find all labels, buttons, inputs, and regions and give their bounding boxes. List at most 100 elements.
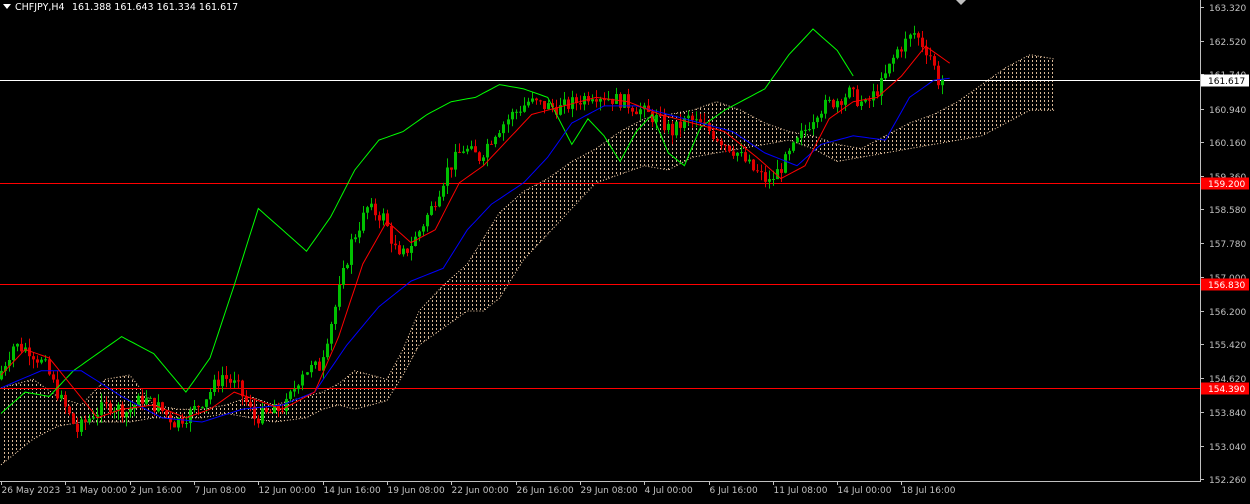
candle-body [149, 397, 152, 399]
x-tick-label: 19 Jun 08:00 [388, 486, 445, 496]
candle-body [265, 408, 268, 412]
ichimoku-chart[interactable]: 163.320162.520161.740160.940160.160159.3… [0, 0, 1250, 500]
candle-body [430, 206, 433, 215]
candle-body [386, 213, 389, 227]
candle-body [358, 230, 361, 238]
candle-body [68, 406, 71, 414]
candle-body [800, 130, 803, 138]
candle-body [80, 419, 83, 432]
candle-body [816, 117, 819, 123]
symbol-label: CHFJPY,H4 [15, 2, 65, 13]
candle-body [486, 143, 489, 158]
candle-body [285, 398, 288, 412]
x-tick-label: 12 Jun 00:00 [259, 486, 316, 496]
candle-body [145, 398, 148, 404]
candle-body [760, 171, 763, 173]
candle-body [241, 380, 244, 397]
y-tick-label: 153.040 [1209, 443, 1246, 453]
candle-body [535, 98, 538, 101]
candle-body [249, 402, 252, 407]
candle-body [925, 47, 928, 56]
y-tick-label: 152.260 [1209, 476, 1246, 486]
candle-body [712, 131, 715, 139]
x-tick-label: 11 Jul 08:00 [774, 486, 828, 496]
x-tick-label: 26 Jun 16:00 [517, 486, 574, 496]
candle-body [454, 151, 457, 170]
candle-body [728, 145, 731, 152]
candle-body [217, 379, 220, 387]
current-price-label: 161.617 [1208, 77, 1245, 87]
candle-body [896, 49, 899, 58]
y-tick-label: 158.580 [1209, 206, 1246, 216]
candle-body [828, 99, 831, 101]
candle-body [872, 91, 875, 101]
x-tick-label: 22 Jun 00:00 [452, 486, 509, 496]
candle-body [494, 136, 497, 145]
candle-body [539, 100, 542, 102]
candle-body [832, 99, 835, 108]
candle-body [370, 203, 373, 208]
candle-body [736, 152, 739, 156]
candle-body [422, 226, 425, 232]
candle-body [221, 375, 224, 387]
chart-background [0, 0, 1250, 500]
candle-body [768, 179, 771, 182]
candle-body [402, 248, 405, 255]
candle-body [269, 411, 272, 414]
candle-body [772, 179, 775, 180]
candle-body [410, 246, 413, 253]
candle-body [338, 284, 341, 307]
x-tick-label: 31 May 00:00 [66, 486, 128, 496]
y-tick-label: 157.780 [1209, 240, 1246, 250]
candle-body [482, 157, 485, 161]
candle-body [233, 380, 236, 383]
candle-body [173, 422, 176, 428]
candle-body [297, 385, 300, 390]
candle-body [64, 394, 67, 407]
candle-body [281, 410, 284, 412]
candle-body [350, 239, 353, 265]
candle-body [933, 56, 936, 66]
candle-body [635, 111, 638, 115]
x-tick-label: 14 Jul 00:00 [838, 486, 892, 496]
x-tick-label: 7 Jun 08:00 [195, 486, 247, 496]
candle-body [780, 169, 783, 173]
candle-body [36, 359, 39, 363]
candle-body [346, 264, 349, 268]
x-tick-label: 6 Jul 16:00 [710, 486, 759, 496]
candle-body [205, 399, 208, 407]
candle-body [442, 185, 445, 197]
candle-body [788, 150, 791, 155]
candle-body [32, 356, 35, 360]
candle-body [615, 94, 618, 104]
level-label: 154.390 [1208, 385, 1245, 395]
y-tick-label: 163.320 [1209, 4, 1246, 14]
level-label: 159.200 [1208, 180, 1245, 190]
candle-body [197, 406, 200, 408]
x-tick-label: 29 Jun 08:00 [581, 486, 638, 496]
candle-body [293, 389, 296, 392]
candle-body [310, 365, 313, 373]
candle-body [812, 122, 815, 130]
candle-body [225, 375, 228, 379]
candle-body [76, 423, 79, 432]
candle-body [756, 170, 759, 172]
candle-body [820, 113, 823, 118]
x-tick-label: 4 Jul 00:00 [645, 486, 694, 496]
candle-body [60, 394, 63, 399]
candle-body [165, 410, 168, 415]
candle-body [595, 99, 598, 102]
candle-body [687, 115, 690, 119]
x-tick-label: 14 Jun 16:00 [324, 486, 381, 496]
ohlc-readout: 161.388 161.643 161.334 161.617 [72, 2, 238, 13]
candle-body [326, 343, 329, 358]
candle-body [679, 121, 682, 128]
candle-body [860, 101, 863, 106]
candle-body [808, 129, 811, 131]
candle-body [671, 123, 674, 136]
candle-body [752, 159, 755, 171]
candle-body [941, 79, 944, 86]
candle-body [434, 206, 437, 208]
candle-body [406, 248, 409, 253]
chart-window: 163.320162.520161.740160.940160.160159.3… [0, 0, 1250, 500]
